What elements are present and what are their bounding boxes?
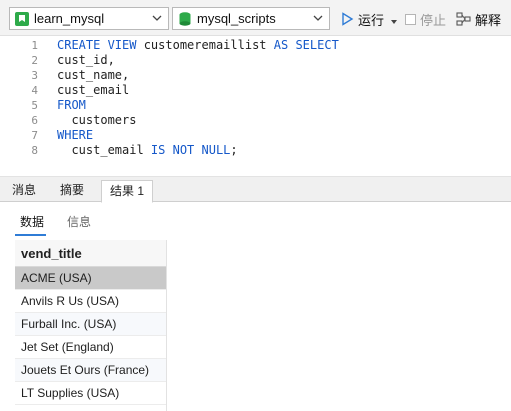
grid-column-divider — [166, 240, 167, 411]
tab-messages[interactable]: 消息 — [8, 180, 40, 202]
table-row[interactable]: Jet Set (England) — [15, 336, 167, 359]
tab-summary[interactable]: 摘要 — [56, 180, 88, 202]
line-number: 3 — [31, 69, 38, 82]
sql-text: customers — [57, 113, 137, 127]
sql-keyword: AS SELECT — [273, 38, 339, 52]
sql-text: cust_email — [57, 83, 130, 97]
result-grid: vend_title ACME (USA) Anvils R Us (USA) Fu… — [15, 240, 167, 405]
toolbar: learn_mysql mysql_scripts 运行 停止 解释 — [0, 0, 511, 36]
line-number: 4 — [31, 84, 38, 97]
stop-label: 停止 — [420, 12, 447, 28]
stop-icon — [405, 13, 416, 25]
table-row[interactable]: Furball Inc. (USA) — [15, 313, 167, 336]
run-label: 运行 — [358, 12, 385, 28]
play-icon — [342, 12, 354, 26]
subtab-data[interactable]: 数据 — [20, 213, 44, 230]
line-number: 6 — [31, 114, 38, 127]
line-number: 1 — [31, 39, 38, 52]
code-line: 8 cust_email IS NOT NULL; — [0, 143, 511, 158]
table-row[interactable]: Jouets Et Ours (France) — [15, 359, 167, 382]
sql-text: customeremaillist — [136, 38, 274, 52]
database-select[interactable]: learn_mysql — [9, 7, 169, 30]
table-row[interactable]: LT Supplies (USA) — [15, 382, 167, 405]
code-text: cust_name, — [57, 68, 129, 83]
code-text: cust_id, — [57, 53, 115, 68]
subtab-info[interactable]: 信息 — [67, 213, 91, 230]
explain-icon — [456, 12, 471, 26]
sql-keyword: CREATE VIEW — [57, 38, 137, 52]
table-row[interactable]: ACME (USA) — [15, 267, 167, 290]
result-sub-tabs: 数据 信息 — [0, 203, 511, 237]
explain-label: 解释 — [475, 12, 502, 28]
sql-keyword: WHERE — [57, 128, 94, 142]
script-select[interactable]: mysql_scripts — [172, 7, 330, 30]
code-text: cust_email — [57, 83, 129, 98]
code-line: 6 customers — [0, 113, 511, 128]
database-cylinder-icon — [179, 11, 191, 26]
code-text: CREATE VIEW customeremaillist AS SELECT — [57, 38, 339, 53]
line-number: 2 — [31, 54, 38, 67]
line-number: 8 — [31, 144, 38, 157]
sql-text: ; — [230, 143, 238, 157]
sql-keyword: IS NOT NULL — [150, 143, 231, 157]
code-text: WHERE — [57, 128, 93, 143]
explain-button[interactable]: 解释 — [456, 9, 501, 29]
code-text: FROM — [57, 98, 86, 113]
sql-text: cust_id, — [57, 53, 115, 67]
sql-text: cust_name, — [57, 68, 130, 82]
line-number: 7 — [31, 129, 38, 142]
sql-text: cust_email — [57, 143, 151, 157]
code-line: 5 FROM — [0, 98, 511, 113]
line-number: 5 — [31, 99, 38, 112]
database-connection-icon — [15, 11, 29, 26]
code-line: 4 cust_email — [0, 83, 511, 98]
run-options-caret-icon[interactable] — [390, 12, 398, 32]
chevron-down-icon — [313, 15, 323, 21]
script-select-value: mysql_scripts — [197, 11, 276, 26]
database-select-value: learn_mysql — [34, 11, 105, 26]
code-text: cust_email IS NOT NULL; — [57, 143, 238, 158]
stop-button[interactable]: 停止 — [405, 9, 446, 29]
result-tabs: 消息 摘要 结果 1 — [0, 180, 511, 203]
code-line: 7 WHERE — [0, 128, 511, 143]
active-subtab-indicator — [15, 234, 46, 236]
column-header-vend-title[interactable]: vend_title — [15, 240, 167, 267]
code-text: customers — [57, 113, 136, 128]
code-line: 1 CREATE VIEW customeremaillist AS SELECT — [0, 38, 511, 53]
tab-result-1[interactable]: 结果 1 — [101, 180, 153, 203]
code-line: 2 cust_id, — [0, 53, 511, 68]
table-row[interactable]: Anvils R Us (USA) — [15, 290, 167, 313]
sql-editor[interactable]: 1 CREATE VIEW customeremaillist AS SELECT… — [0, 36, 511, 176]
code-line: 3 cust_name, — [0, 68, 511, 83]
run-button[interactable]: 运行 — [340, 9, 384, 29]
chevron-down-icon — [152, 15, 162, 21]
sql-keyword: FROM — [57, 98, 86, 112]
